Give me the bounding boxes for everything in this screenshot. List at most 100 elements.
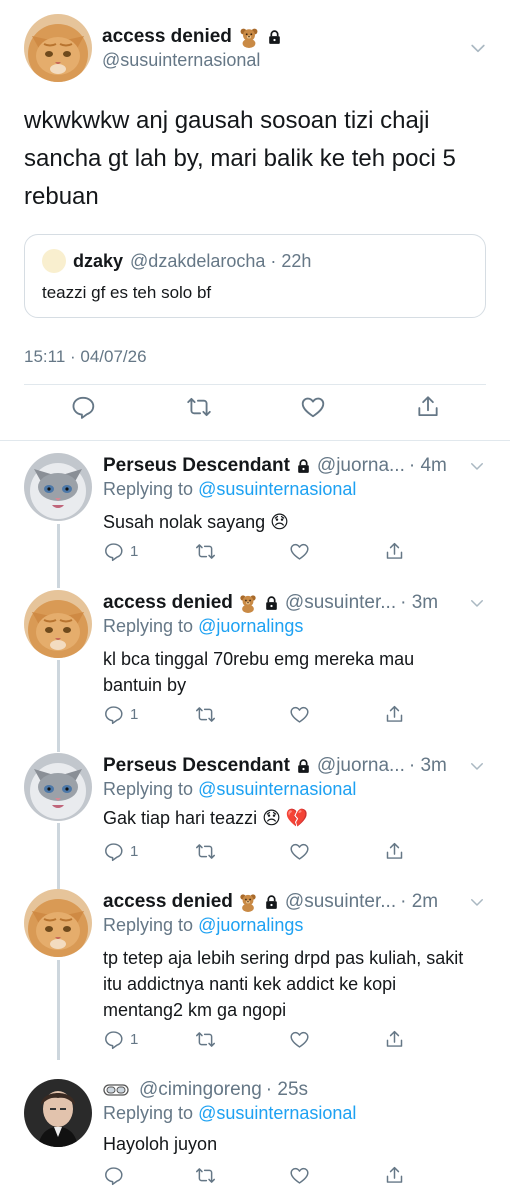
mention-link[interactable]: @juornalings xyxy=(198,616,303,636)
reply-author-name[interactable]: Perseus Descendant xyxy=(103,455,312,477)
reply-button[interactable] xyxy=(70,394,96,420)
author-name[interactable]: access denied xyxy=(102,26,283,48)
mention-link[interactable]: @susuinternasional xyxy=(198,479,356,499)
retweet-button[interactable] xyxy=(195,1029,216,1050)
display-name: access denied xyxy=(102,26,232,47)
main-tweet-author[interactable]: access denied @susuinternasional xyxy=(102,26,283,72)
display-name: Perseus Descendant xyxy=(103,755,290,776)
reply-actions: 1 xyxy=(103,704,403,728)
reply-button[interactable]: 1 xyxy=(103,541,138,562)
main-tweet-header: access denied @susuinternasional xyxy=(24,14,494,84)
reply-text: Gak tiap hari teazzi 😞 💔 xyxy=(103,808,309,828)
chevron-down-icon[interactable] xyxy=(468,457,486,475)
retweet-button[interactable] xyxy=(195,704,216,725)
avatar[interactable] xyxy=(24,453,92,521)
replying-to: Replying to @susuinternasional xyxy=(103,479,356,500)
retweet-button[interactable] xyxy=(195,1165,216,1186)
share-button[interactable] xyxy=(415,394,441,420)
avatar[interactable] xyxy=(24,14,92,82)
mention-link[interactable]: @juornalings xyxy=(198,915,303,935)
retweet-button[interactable] xyxy=(195,841,216,862)
share-icon xyxy=(384,541,405,562)
reply-text: Hayoloh juyon xyxy=(103,1134,218,1154)
chevron-down-icon[interactable] xyxy=(468,757,486,775)
thread-line xyxy=(57,524,60,588)
replying-prefix: Replying to xyxy=(103,1103,199,1123)
share-button[interactable] xyxy=(384,841,405,862)
avatar[interactable] xyxy=(24,753,92,821)
thread-line xyxy=(57,823,60,889)
quoted-tweet[interactable]: dzaky @dzakdelarocha · 22h teazzi gf es … xyxy=(24,234,486,318)
reply-count: 1 xyxy=(130,706,139,723)
tweet-text: wkwkwkw anj gausah sosoan tizi chaji san… xyxy=(24,107,456,210)
like-button[interactable] xyxy=(289,1029,310,1050)
reply-author-name[interactable] xyxy=(103,1082,134,1098)
avatar[interactable] xyxy=(24,590,92,658)
quoted-avatar xyxy=(42,249,66,273)
reply-icon xyxy=(103,541,124,562)
like-button[interactable] xyxy=(289,1165,310,1186)
avatar[interactable] xyxy=(24,889,92,957)
reply-time: · 2m xyxy=(400,891,439,912)
reply-actions: 1 xyxy=(103,1029,403,1053)
chevron-down-icon[interactable] xyxy=(468,594,486,612)
main-tweet-actions xyxy=(24,394,486,430)
reply-header: Perseus Descendant @juorna... · 3m xyxy=(103,753,483,779)
avatar[interactable] xyxy=(24,1079,92,1147)
cat-avatar-icon xyxy=(24,453,92,521)
reply-time: · 3m xyxy=(400,592,439,613)
reply-button[interactable]: 1 xyxy=(103,704,138,725)
like-button[interactable] xyxy=(289,541,310,562)
replying-to: Replying to @juornalings xyxy=(103,616,303,637)
reply-icon xyxy=(103,1165,124,1186)
like-button[interactable] xyxy=(289,841,310,862)
reply-button[interactable] xyxy=(103,1165,130,1186)
replying-prefix: Replying to xyxy=(103,779,199,799)
like-button[interactable] xyxy=(300,394,326,420)
reply-count: 1 xyxy=(130,1031,139,1048)
like-button[interactable] xyxy=(289,704,310,725)
reply-button[interactable]: 1 xyxy=(103,1029,138,1050)
cat-avatar-icon xyxy=(24,753,92,821)
quoted-handle-time: @dzakdelarocha · 22h xyxy=(130,250,312,271)
lock-icon xyxy=(263,894,280,911)
share-icon xyxy=(415,394,441,420)
mention-link[interactable]: @susuinternasional xyxy=(198,1103,356,1123)
reply-handle: @susuinter... xyxy=(284,592,397,613)
share-button[interactable] xyxy=(384,704,405,725)
reply-header: access denied @susuinter... · 3m xyxy=(103,590,483,616)
chevron-down-icon[interactable] xyxy=(468,893,486,911)
reply-author-name[interactable]: access denied xyxy=(103,891,280,913)
share-button[interactable] xyxy=(384,1029,405,1050)
share-button[interactable] xyxy=(384,1165,405,1186)
reply-header: @cimingoreng · 25s xyxy=(103,1077,483,1103)
like-icon xyxy=(289,841,310,862)
reply-actions: 1 xyxy=(103,541,403,565)
like-icon xyxy=(289,1029,310,1050)
reply-time: · 4m xyxy=(408,455,447,476)
reply-icon xyxy=(103,1029,124,1050)
retweet-icon xyxy=(186,394,212,420)
cat-avatar-icon xyxy=(24,14,92,82)
share-button[interactable] xyxy=(384,541,405,562)
replying-prefix: Replying to xyxy=(103,479,199,499)
retweet-button[interactable] xyxy=(186,394,212,420)
display-name: Perseus Descendant xyxy=(103,455,290,476)
retweet-icon xyxy=(195,704,216,725)
reply-text: Susah nolak sayang 😞 xyxy=(103,512,289,532)
thread-line xyxy=(57,660,60,752)
divider xyxy=(24,384,486,385)
chevron-down-icon[interactable] xyxy=(468,38,488,58)
retweet-button[interactable] xyxy=(195,541,216,562)
reply-icon xyxy=(70,394,96,420)
reply-author-name[interactable]: Perseus Descendant xyxy=(103,755,312,777)
share-icon xyxy=(384,1165,405,1186)
quoted-tweet-header: dzaky @dzakdelarocha · 22h xyxy=(42,249,311,273)
reply-handle: @cimingoreng xyxy=(139,1079,262,1100)
reply-count: 1 xyxy=(130,843,139,860)
share-icon xyxy=(384,1029,405,1050)
reply-author-name[interactable]: access denied xyxy=(103,592,280,614)
replying-prefix: Replying to xyxy=(103,915,199,935)
mention-link[interactable]: @susuinternasional xyxy=(198,779,356,799)
reply-button[interactable]: 1 xyxy=(103,841,138,862)
